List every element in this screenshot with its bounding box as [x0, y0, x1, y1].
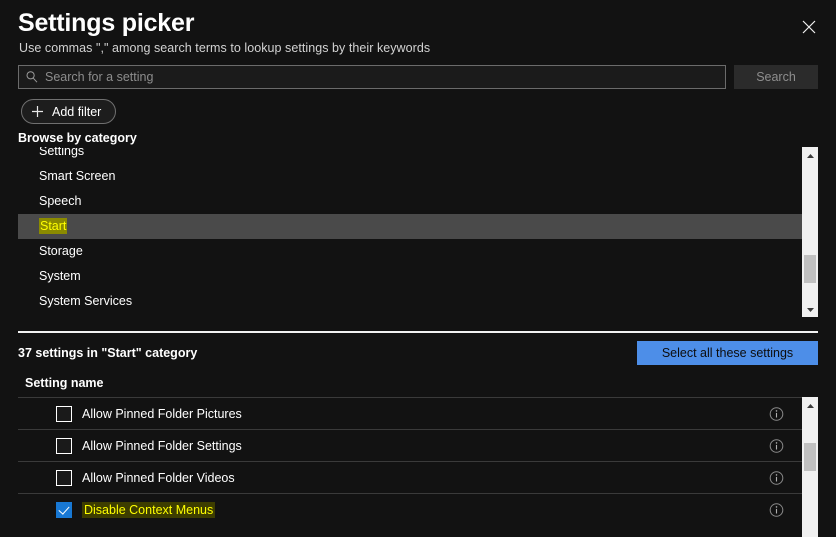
settings-scrollbar[interactable]	[802, 397, 818, 537]
category-item-settings[interactable]: Settings	[18, 147, 802, 164]
category-item-storage[interactable]: Storage	[18, 239, 802, 264]
setting-name-label: Allow Pinned Folder Settings	[82, 438, 242, 453]
browse-by-category-label: Browse by category	[18, 131, 137, 145]
page-title: Settings picker	[18, 9, 195, 37]
category-item-label: Smart Screen	[39, 169, 116, 183]
category-item-label: Start	[39, 218, 68, 234]
search-button[interactable]: Search	[734, 65, 818, 89]
row-checkbox[interactable]	[56, 437, 72, 454]
scroll-up-button[interactable]	[802, 147, 818, 163]
settings-panel: Allow Pinned Folder Pictures Allow Pinne…	[18, 397, 818, 537]
results-count-label: 37 settings in "Start" category	[18, 346, 198, 360]
search-row: Search	[18, 65, 818, 89]
caret-up-icon	[806, 146, 815, 164]
category-item-speech[interactable]: Speech	[18, 189, 802, 214]
category-item-label: System	[39, 269, 81, 283]
search-input[interactable]	[45, 67, 725, 87]
search-field[interactable]	[18, 65, 726, 89]
category-item-label: Storage	[39, 244, 83, 258]
setting-name-label: Disable Context Menus	[82, 501, 216, 518]
close-icon	[801, 19, 817, 35]
category-panel: Settings Smart Screen Speech Start Stora…	[18, 147, 818, 317]
info-icon[interactable]	[769, 470, 784, 485]
dialog-subtitle: Use commas "," among search terms to loo…	[19, 41, 431, 55]
info-icon[interactable]	[769, 438, 784, 453]
category-item-label: System Services	[39, 294, 133, 308]
category-item-system-services[interactable]: System Services	[18, 289, 802, 314]
add-filter-button[interactable]: Add filter	[21, 99, 117, 124]
add-filter-label: Add filter	[52, 104, 102, 119]
table-row[interactable]: Allow Pinned Folder Pictures	[18, 397, 802, 429]
setting-name-label: Allow Pinned Folder Pictures	[82, 406, 242, 421]
row-checkbox[interactable]	[56, 405, 72, 422]
settings-list[interactable]: Allow Pinned Folder Pictures Allow Pinne…	[18, 397, 802, 537]
scroll-up-button[interactable]	[802, 397, 818, 413]
category-item-start[interactable]: Start	[18, 214, 802, 239]
section-divider	[18, 331, 818, 333]
scroll-thumb[interactable]	[804, 255, 816, 283]
scroll-down-button[interactable]	[802, 301, 818, 317]
plus-icon	[31, 105, 44, 118]
table-row[interactable]: Allow Pinned Folder Settings	[18, 429, 802, 461]
table-row[interactable]: Disable Context Menus	[18, 493, 802, 525]
category-item-system[interactable]: System	[18, 264, 802, 289]
category-item-smart-screen[interactable]: Smart Screen	[18, 164, 802, 189]
select-all-settings-button[interactable]: Select all these settings	[637, 341, 818, 365]
row-checkbox[interactable]	[56, 469, 72, 486]
table-row[interactable]: Allow Pinned Folder Videos	[18, 461, 802, 493]
close-button[interactable]	[788, 10, 830, 44]
row-checkbox[interactable]	[56, 501, 72, 518]
category-list[interactable]: Settings Smart Screen Speech Start Stora…	[18, 147, 802, 317]
column-header-setting-name: Setting name	[25, 376, 104, 390]
search-icon	[25, 70, 39, 84]
category-scrollbar[interactable]	[802, 147, 818, 317]
caret-down-icon	[806, 300, 815, 318]
category-list-inner: Settings Smart Screen Speech Start Stora…	[18, 147, 802, 314]
scroll-thumb[interactable]	[804, 443, 816, 471]
setting-name-label: Allow Pinned Folder Videos	[82, 470, 235, 485]
category-item-label: Speech	[39, 194, 82, 208]
info-icon[interactable]	[769, 502, 784, 517]
category-item-label: Settings	[39, 147, 85, 158]
info-icon[interactable]	[769, 406, 784, 421]
caret-up-icon	[806, 396, 815, 414]
